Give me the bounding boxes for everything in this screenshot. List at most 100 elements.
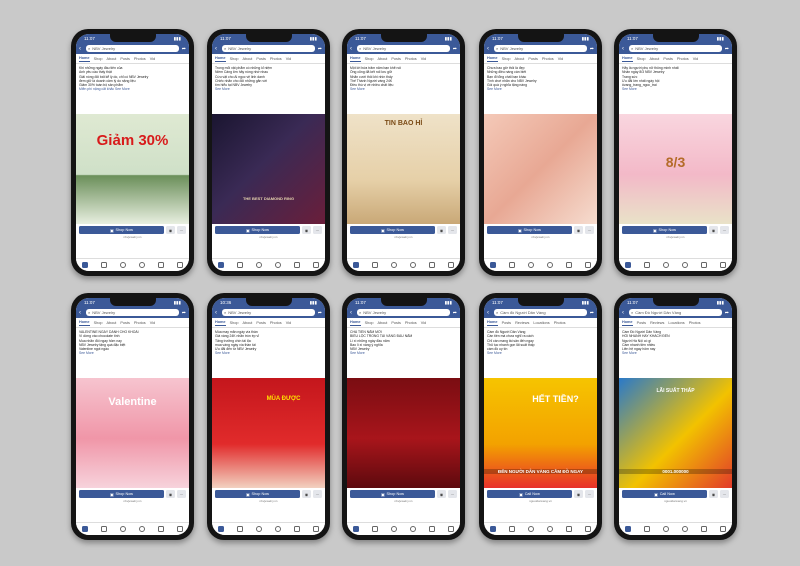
cta-button[interactable]: ▣ Shop Now [487,226,572,234]
video-icon[interactable] [509,262,516,268]
cta-button[interactable]: ▣ Shop Now [215,226,300,234]
tab-about[interactable]: About [649,57,659,61]
tab-vid[interactable]: Vid [286,321,291,325]
home-icon[interactable] [82,526,89,532]
cta-button[interactable]: ▣ Shop Now [350,226,435,234]
cta-button[interactable]: ▣ Call Now [622,490,707,498]
video-icon[interactable] [101,526,108,532]
groups-icon[interactable] [138,262,145,268]
tab-about[interactable]: About [377,57,387,61]
tab-about[interactable]: About [106,321,116,325]
back-arrow-icon[interactable]: ‹ [487,310,492,316]
ellipsis-icon[interactable]: ··· [313,226,322,234]
home-icon[interactable] [353,262,360,268]
messenger-icon[interactable]: ◉ [437,226,446,234]
marketplace-icon[interactable] [391,262,398,268]
link-url[interactable]: nbvjewelry.vn [76,235,189,239]
ellipsis-icon[interactable]: ··· [448,490,457,498]
menu-icon[interactable] [719,262,726,268]
post-image[interactable] [484,114,597,224]
back-arrow-icon[interactable]: ‹ [215,46,220,52]
ellipsis-icon[interactable]: ··· [720,226,729,234]
tab-photos[interactable]: Photos [134,321,146,325]
tab-vid[interactable]: Vid [558,57,563,61]
link-url[interactable]: nguoidanvang.vn [619,499,732,503]
post-image[interactable]: THE BEST DIAMOND RING [212,114,325,224]
tab-photos[interactable]: Photos [405,321,417,325]
marketplace-icon[interactable] [256,262,263,268]
share-icon[interactable]: ➦ [589,46,594,52]
groups-icon[interactable] [681,526,688,532]
tab-shop[interactable]: Shop [230,321,239,325]
tab-shop[interactable]: Shop [94,57,103,61]
back-arrow-icon[interactable]: ‹ [215,310,220,316]
ellipsis-icon[interactable]: ··· [177,490,186,498]
cta-button[interactable]: ▣ Shop Now [79,226,164,234]
tab-shop[interactable]: Shop [230,57,239,61]
tab-reviews[interactable]: Reviews [650,321,664,325]
tab-photos[interactable]: Photos [405,57,417,61]
menu-icon[interactable] [312,526,319,532]
messenger-icon[interactable]: ◉ [574,490,583,498]
tab-posts[interactable]: Posts [528,57,538,61]
link-url[interactable]: nguoidanvang.vn [484,499,597,503]
messenger-icon[interactable]: ◉ [574,226,583,234]
share-icon[interactable]: ➦ [317,310,322,316]
back-arrow-icon[interactable]: ‹ [79,310,84,316]
tab-photos[interactable]: Photos [270,57,282,61]
tab-posts[interactable]: Posts [391,321,401,325]
tab-photos[interactable]: Photos [270,321,282,325]
tab-home[interactable]: Home [487,320,498,326]
video-icon[interactable] [372,526,379,532]
search-input[interactable]: ⌕ NBV Jewelry [222,45,315,52]
post-image[interactable]: MÙA ĐƯỢC [212,378,325,488]
marketplace-icon[interactable] [663,526,670,532]
share-icon[interactable]: ➦ [452,46,457,52]
link-url[interactable]: nbvjewelry.vn [347,499,460,503]
ellipsis-icon[interactable]: ··· [448,226,457,234]
tab-shop[interactable]: Shop [365,321,374,325]
search-input[interactable]: ⌕ NBV Jewelry [629,45,722,52]
marketplace-icon[interactable] [528,262,535,268]
tab-vid[interactable]: Vid [286,57,291,61]
messenger-icon[interactable]: ◉ [302,490,311,498]
tab-about[interactable]: About [514,57,524,61]
share-icon[interactable]: ➦ [181,310,186,316]
post-image[interactable]: Valentine [76,378,189,488]
search-input[interactable]: ⌕ NBV Jewelry [357,45,450,52]
menu-icon[interactable] [312,262,319,268]
tab-photos[interactable]: Photos [134,57,146,61]
tab-posts[interactable]: Posts [391,57,401,61]
video-icon[interactable] [644,526,651,532]
post-image[interactable]: Giảm 30% [76,114,189,224]
tab-home[interactable]: Home [350,56,361,62]
tab-shop[interactable]: Shop [502,57,511,61]
ellipsis-icon[interactable]: ··· [177,226,186,234]
back-arrow-icon[interactable]: ‹ [79,46,84,52]
cta-button[interactable]: ▣ Shop Now [350,490,435,498]
tab-shop[interactable]: Shop [94,321,103,325]
ellipsis-icon[interactable]: ··· [585,226,594,234]
tab-home[interactable]: Home [215,320,226,326]
bell-icon[interactable] [700,526,707,532]
tab-home[interactable]: Home [215,56,226,62]
bell-icon[interactable] [428,526,435,532]
video-icon[interactable] [237,262,244,268]
marketplace-icon[interactable] [120,526,127,532]
menu-icon[interactable] [584,526,591,532]
link-url[interactable]: nbvjewelry.vn [347,235,460,239]
tab-photos[interactable]: Photos [677,57,689,61]
tab-vid[interactable]: Vid [421,321,426,325]
tab-reviews[interactable]: Reviews [515,321,529,325]
tab-vid[interactable]: Vid [150,321,155,325]
tab-shop[interactable]: Shop [365,57,374,61]
back-arrow-icon[interactable]: ‹ [487,46,492,52]
ellipsis-icon[interactable]: ··· [585,490,594,498]
home-icon[interactable] [490,262,497,268]
groups-icon[interactable] [274,526,281,532]
search-input[interactable]: ⌕ NBV Jewelry [222,309,315,316]
menu-icon[interactable] [447,262,454,268]
marketplace-icon[interactable] [663,262,670,268]
cta-button[interactable]: ▣ Shop Now [79,490,164,498]
tab-home[interactable]: Home [487,56,498,62]
